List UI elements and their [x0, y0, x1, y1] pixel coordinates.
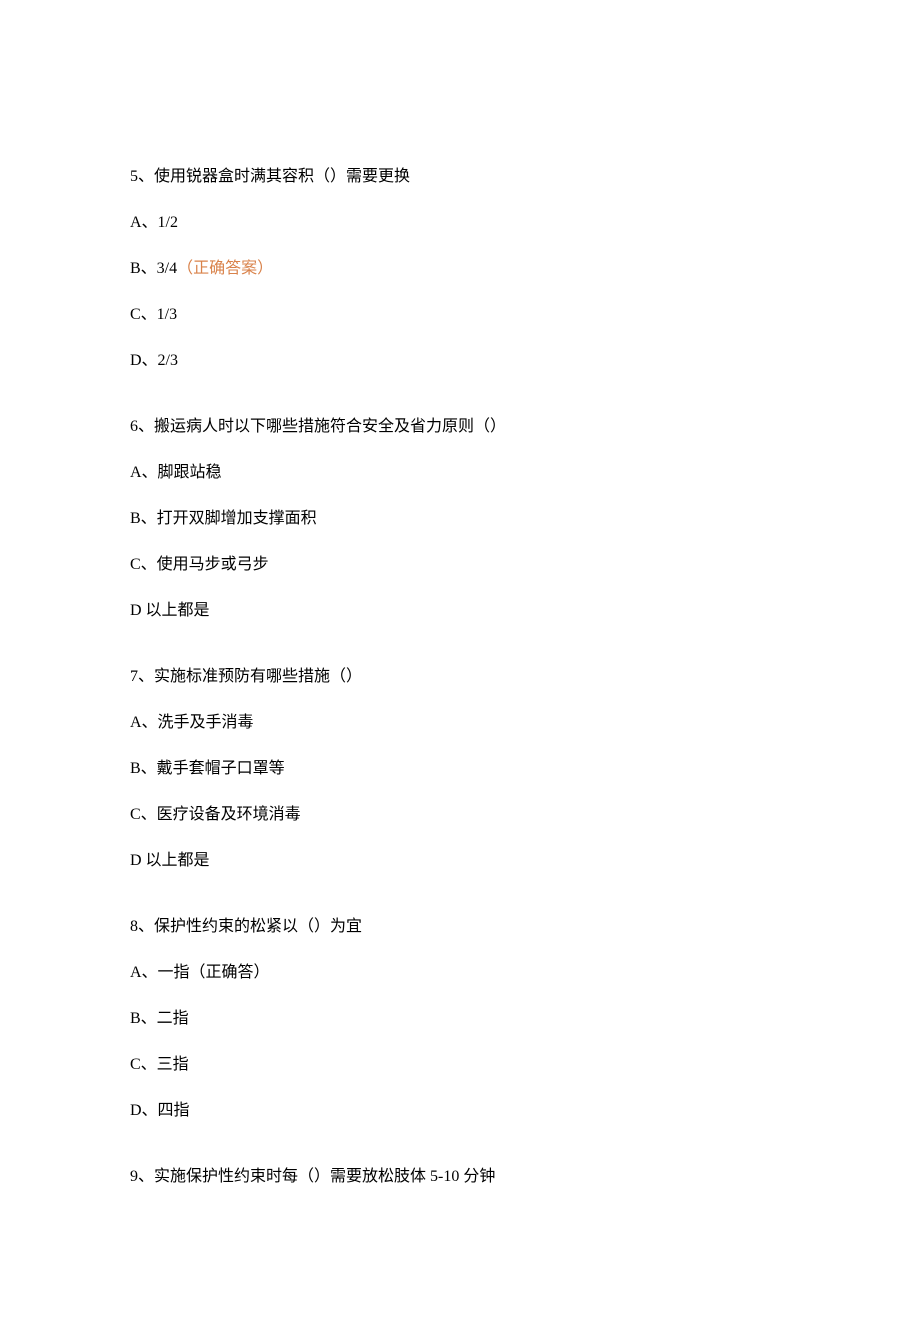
question-7-option-b: B、戴手套帽子口罩等 [130, 757, 790, 781]
question-9-text: 9、实施保护性约束时每（）需要放松肢体 5-10 分钟 [130, 1165, 790, 1189]
question-6: 6、搬运病人时以下哪些措施符合安全及省力原则（） A、脚跟站稳 B、打开双脚增加… [130, 415, 790, 623]
question-8: 8、保护性约束的松紧以（）为宜 A、一指（正确答） B、二指 C、三指 D、四指 [130, 915, 790, 1123]
question-5-option-d: D、2/3 [130, 349, 790, 373]
question-7: 7、实施标准预防有哪些措施（） A、洗手及手消毒 B、戴手套帽子口罩等 C、医疗… [130, 665, 790, 873]
question-6-option-b: B、打开双脚增加支撑面积 [130, 507, 790, 531]
question-5-correct-answer-label: （正确答案） [177, 260, 273, 277]
question-5: 5、使用锐器盒时满其容积（）需要更换 A、1/2 B、3/4（正确答案） C、1… [130, 165, 790, 373]
question-9: 9、实施保护性约束时每（）需要放松肢体 5-10 分钟 [130, 1165, 790, 1189]
question-7-text: 7、实施标准预防有哪些措施（） [130, 665, 790, 689]
question-5-option-b-prefix: B、3/4 [130, 260, 177, 277]
question-6-text: 6、搬运病人时以下哪些措施符合安全及省力原则（） [130, 415, 790, 439]
question-8-option-a: A、一指（正确答） [130, 961, 790, 985]
question-6-option-c: C、使用马步或弓步 [130, 553, 790, 577]
question-5-option-a: A、1/2 [130, 211, 790, 235]
question-7-option-c: C、医疗设备及环境消毒 [130, 803, 790, 827]
question-5-option-c: C、1/3 [130, 303, 790, 327]
question-8-option-b: B、二指 [130, 1007, 790, 1031]
question-8-text: 8、保护性约束的松紧以（）为宜 [130, 915, 790, 939]
question-6-option-a: A、脚跟站稳 [130, 461, 790, 485]
question-7-option-d: D 以上都是 [130, 849, 790, 873]
question-5-text: 5、使用锐器盒时满其容积（）需要更换 [130, 165, 790, 189]
question-8-option-d: D、四指 [130, 1099, 790, 1123]
question-7-option-a: A、洗手及手消毒 [130, 711, 790, 735]
question-6-option-d: D 以上都是 [130, 599, 790, 623]
question-5-option-b: B、3/4（正确答案） [130, 257, 790, 281]
question-8-option-c: C、三指 [130, 1053, 790, 1077]
